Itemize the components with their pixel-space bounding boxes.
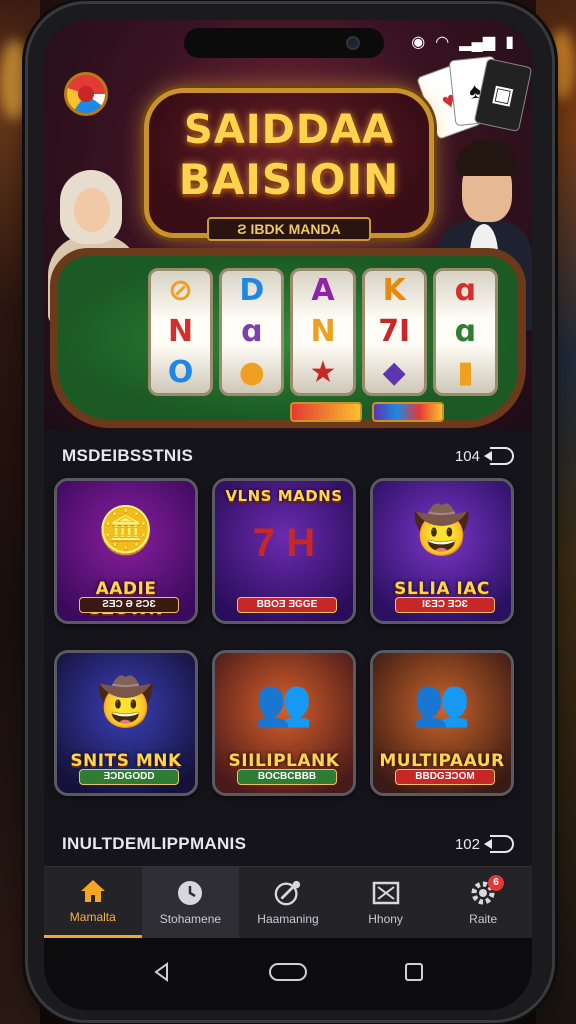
hero-subtitle: Ƨ IBDK MANDA bbox=[207, 217, 371, 241]
game-title: SLLIA IAC bbox=[394, 579, 490, 599]
bet-button[interactable] bbox=[372, 402, 444, 422]
share-arrow-icon[interactable] bbox=[484, 447, 514, 465]
dealer-man-hair bbox=[456, 140, 518, 176]
nav-item-history[interactable]: Stohamene bbox=[141, 867, 240, 938]
game-title: MULTIPAAUR bbox=[379, 751, 505, 771]
game-tile[interactable]: 🤠 SNITS MNK ƎƆDGODD bbox=[54, 650, 198, 796]
app-screen: ♥ ♠ ▣ SAIDDAA BAISIOIN Ƨ IBDK MANDA ⊘ N O … bbox=[44, 20, 532, 1010]
slot-reel: K 7I ◆ bbox=[361, 268, 427, 396]
nav-label: Raite bbox=[469, 911, 498, 926]
game-art-icon: 👥 bbox=[255, 676, 313, 728]
back-icon[interactable] bbox=[151, 961, 173, 988]
game-badge: ƎƆDGODD bbox=[79, 769, 179, 785]
nav-label: Mamalta bbox=[69, 910, 116, 924]
nav-item-home[interactable]: Mamalta bbox=[44, 867, 142, 938]
game-art-icon: 🤠 bbox=[413, 504, 471, 556]
notification-badge: 6 bbox=[487, 875, 504, 891]
background-lamp bbox=[0, 40, 30, 120]
wifi-icon: ◠ bbox=[435, 34, 450, 51]
slot-reels: ⊘ N O Dɑ ● A N ★ K 7I ◆ ɑ ɑ ▮ bbox=[148, 268, 499, 396]
dealer-woman-face bbox=[74, 188, 110, 232]
section-header: MSDEIBSSTNIS 104 bbox=[62, 444, 514, 468]
home-pill-icon[interactable] bbox=[268, 961, 308, 988]
bottom-nav: Mamalta Stohamene Haamaning Hhony 6 Rait… bbox=[44, 866, 532, 938]
alarm-icon: ◉ bbox=[411, 34, 426, 51]
game-title: VLNS MADNS bbox=[225, 487, 343, 505]
game-badge: ƖƐƎƆ ƎƆƐ bbox=[395, 597, 495, 613]
slot-reel: ⊘ N O bbox=[148, 268, 214, 396]
games-grid: 🪙 AADIE SZOWN ƧƎƆ Ə ƧƆƐ 7 H VLNS MADNS B… bbox=[54, 478, 522, 796]
game-badge: BOCBCBBB bbox=[237, 769, 337, 785]
game-badge: BBDGƎƆOM bbox=[395, 769, 495, 785]
slot-machine[interactable]: ⊘ N O Dɑ ● A N ★ K 7I ◆ ɑ ɑ ▮ bbox=[50, 248, 526, 428]
nav-item-settings[interactable]: 6 Raite bbox=[434, 867, 532, 938]
game-title: SNITS MNK bbox=[70, 751, 182, 771]
game-tile[interactable]: 👥 MULTIPAAUR BBDGƎƆOM bbox=[370, 650, 514, 796]
slot-controls bbox=[290, 402, 444, 422]
battery-icon: ▮ bbox=[505, 34, 514, 51]
game-art-icon: 7 H bbox=[252, 521, 316, 565]
section-count: 102 bbox=[454, 835, 480, 853]
edit-icon bbox=[274, 880, 302, 906]
signal-icon: ▂▄▆ bbox=[459, 34, 496, 51]
nav-label: Hhony bbox=[368, 911, 403, 926]
game-art-icon: 🪙 bbox=[97, 504, 155, 556]
section-title: MSDEIBSSTNIS bbox=[62, 446, 194, 465]
game-art-icon: 👥 bbox=[413, 676, 471, 728]
spin-button[interactable] bbox=[290, 402, 362, 422]
game-badge: ƧƎƆ Ə ƧƆƐ bbox=[79, 597, 179, 613]
game-art-icon: 🤠 bbox=[97, 676, 155, 728]
home-icon bbox=[79, 878, 107, 904]
slot-reel: ɑ ɑ ▮ bbox=[432, 268, 499, 396]
game-title: SIILIPLANK bbox=[228, 751, 340, 771]
nav-label: Stohamene bbox=[159, 911, 222, 926]
nav-label: Haamaning bbox=[257, 911, 319, 926]
camera-icon bbox=[346, 36, 360, 50]
game-tile[interactable]: 👥 SIILIPLANK BOCBCBBB bbox=[212, 650, 356, 796]
section-count: 104 bbox=[454, 447, 480, 465]
nav-item-box[interactable]: Hhony bbox=[337, 867, 435, 938]
clock-icon bbox=[176, 880, 204, 906]
section-header: INULTDEMLIPPMANIS 102 bbox=[62, 832, 514, 856]
poker-chip-icon bbox=[64, 72, 108, 116]
status-bar: ◉ ◠ ▂▄▆ ▮ bbox=[44, 20, 532, 66]
hero-title-line2: BAISIOIN bbox=[178, 155, 400, 204]
game-tile[interactable]: 7 H VLNS MADNS BBOƎ ƎGGE bbox=[212, 478, 356, 624]
slot-reel: A N ★ bbox=[290, 268, 356, 396]
game-badge: BBOƎ ƎGGE bbox=[237, 597, 337, 613]
hero-banner[interactable]: ♥ ♠ ▣ SAIDDAA BAISIOIN Ƨ IBDK MANDA ⊘ N O … bbox=[44, 20, 532, 430]
box-icon bbox=[372, 880, 400, 906]
section-title: INULTDEMLIPPMANIS bbox=[62, 834, 247, 853]
slot-reel: Dɑ ● bbox=[219, 268, 285, 396]
hero-logo: SAIDDAA BAISIOIN Ƨ IBDK MANDA bbox=[144, 88, 434, 241]
game-tile[interactable]: 🪙 AADIE SZOWN ƧƎƆ Ə ƧƆƐ bbox=[54, 478, 198, 624]
system-nav-bar bbox=[44, 938, 532, 1010]
nav-item-edit[interactable]: Haamaning bbox=[239, 867, 337, 938]
game-tile[interactable]: 🤠 SLLIA IAC ƖƐƎƆ ƎƆƐ bbox=[370, 478, 514, 624]
recents-icon[interactable] bbox=[403, 961, 425, 988]
share-arrow-icon[interactable] bbox=[484, 835, 514, 853]
hero-title-line1: SAIDDAA bbox=[184, 107, 394, 153]
